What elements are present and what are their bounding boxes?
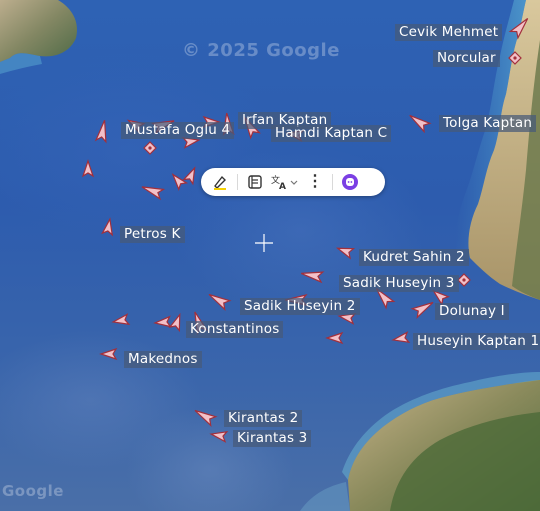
vessel-icon[interactable] xyxy=(326,332,343,344)
vessel-kirantas-2-icon[interactable] xyxy=(191,405,217,426)
vessel-icon[interactable] xyxy=(143,141,157,155)
highlighter-icon[interactable] xyxy=(207,170,233,194)
svg-text:A: A xyxy=(279,182,286,190)
vessel-label-konstantinos[interactable]: Konstantinos xyxy=(186,321,284,338)
vessel-konstantinos-icon[interactable] xyxy=(169,312,186,332)
vessel-icon[interactable] xyxy=(82,160,94,177)
vessel-label-kirantas-2[interactable]: Kirantas 2 xyxy=(224,410,303,427)
vessel-label-sadik-huseyin-2[interactable]: Sadik Huseyin 2 xyxy=(240,298,360,315)
vessel-label-tolga-kaptan[interactable]: Tolga Kaptan xyxy=(439,115,537,132)
vessel-label-norcular[interactable]: Norcular xyxy=(433,50,500,67)
vessel-label-mustafa-oglu-4[interactable]: Mustafa Oglu 4 xyxy=(121,122,235,139)
vessel-kudret-sahin-2-icon[interactable] xyxy=(335,242,355,259)
vessel-label-dolunay-i[interactable]: Dolunay I xyxy=(435,303,509,320)
vessel-cevik-mehmet-icon[interactable] xyxy=(509,14,533,39)
vessel-norcular-icon[interactable] xyxy=(508,51,522,65)
more-icon[interactable]: ⋮ xyxy=(302,170,328,194)
vessel-icon[interactable] xyxy=(411,297,437,318)
crosshair-icon xyxy=(255,234,273,252)
vessel-tolga-kaptan-icon[interactable] xyxy=(406,110,431,133)
vessel-label-sadik-huseyin-3[interactable]: Sadik Huseyin 3 xyxy=(339,275,459,292)
vessel-label-cevik-mehmet[interactable]: Cevik Mehmet xyxy=(395,24,503,41)
vessel-label-kirantas-3[interactable]: Kirantas 3 xyxy=(233,430,312,447)
vessel-label-huseyin-kaptan-1[interactable]: Huseyin Kaptan 1 xyxy=(413,333,540,350)
vessel-petros-k-icon[interactable] xyxy=(101,217,116,236)
vessel-label-petros-k[interactable]: Petros K xyxy=(120,226,185,243)
vessel-icon[interactable] xyxy=(168,170,188,190)
vessel-label-kudret-sahin-2[interactable]: Kudret Sahin 2 xyxy=(359,249,469,266)
vessel-makednos-icon[interactable] xyxy=(100,348,117,360)
vessel-icon[interactable] xyxy=(183,165,200,185)
vessel-icon[interactable] xyxy=(457,273,471,287)
floating-toolbar: 文 A ⋮ xyxy=(201,168,385,196)
assistant-icon[interactable] xyxy=(337,170,363,194)
vessel-icon[interactable] xyxy=(299,267,324,283)
vessel-kirantas-3-icon[interactable] xyxy=(209,428,228,443)
vessel-icon[interactable] xyxy=(111,313,130,328)
map-view[interactable]: © 2025 Google Google Cevik Mehmet Norcul… xyxy=(0,0,540,511)
vessel-icon[interactable] xyxy=(154,316,172,329)
vessel-huseyin-kaptan-1-icon[interactable] xyxy=(391,331,410,346)
vessel-icon[interactable] xyxy=(139,181,164,200)
vessel-label-makednos[interactable]: Makednos xyxy=(124,351,202,368)
vessel-icon[interactable] xyxy=(95,118,111,143)
vessel-icon[interactable] xyxy=(205,289,231,310)
translate-icon[interactable]: 文 A xyxy=(268,170,302,194)
toolbar-divider xyxy=(237,174,238,190)
reader-icon[interactable] xyxy=(242,170,268,194)
toolbar-divider xyxy=(332,174,333,190)
vessel-label-hamdi-kaptan-c[interactable]: Hamdi Kaptan C xyxy=(271,125,392,142)
